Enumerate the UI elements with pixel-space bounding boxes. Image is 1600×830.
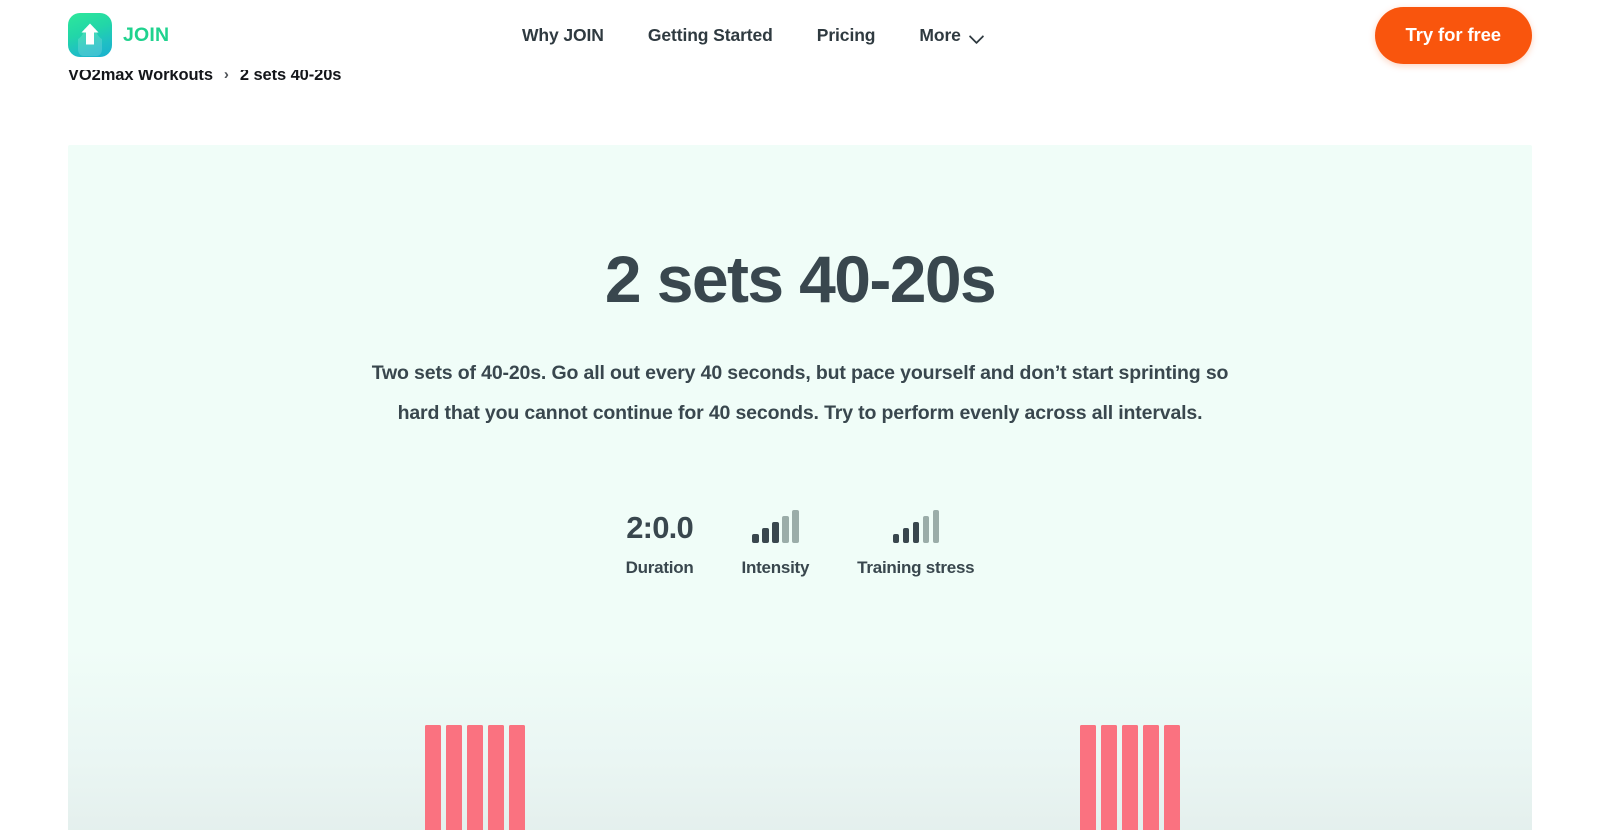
workout-description: Two sets of 40-20s. Go all out every 40 … [371,362,1229,424]
training-stress-gauge-icon [892,505,940,543]
brand-name: JOIN [123,23,170,46]
stat-duration: 2:0.0 Duration [602,505,718,578]
workout-stats: 2:0.0 Duration Intensity Training stress [68,505,1532,578]
gauge-bar [792,510,799,543]
try-for-free-button[interactable]: Try for free [1374,6,1532,64]
gauge-bar [932,510,940,543]
stat-intensity: Intensity [718,505,834,578]
stat-duration-value: 2:0.0 [626,510,693,545]
interval-bar [425,725,441,830]
interval-bar [1164,725,1180,830]
nav-item-more[interactable]: More [897,17,1004,54]
site-header: JOIN Why JOIN Getting Started Pricing Mo… [0,0,1600,70]
interval-bar [1122,725,1138,830]
join-arrow-logo-icon [68,13,112,57]
interval-group-set-2 [1080,725,1180,830]
gauge-bar [772,522,779,543]
interval-bar [509,725,525,830]
interval-bar [1101,725,1117,830]
gauge-bar [782,516,789,543]
interval-bar [467,725,483,830]
gauge-bar [912,522,920,543]
nav-item-getting-started[interactable]: Getting Started [626,17,795,54]
workout-interval-chart [68,575,1532,830]
intensity-gauge-icon [752,505,799,543]
stat-training-stress-value [892,505,940,543]
stat-intensity-value [752,505,799,543]
gauge-bar [892,534,900,543]
stat-training-stress: Training stress [833,505,998,578]
interval-bar [1080,725,1096,830]
gauge-bar [922,516,930,543]
gauge-bar [902,528,910,543]
nav-item-label: Getting Started [647,24,773,45]
main-nav: Why JOIN Getting Started Pricing More [500,17,1005,54]
nav-item-label: Why JOIN [522,24,604,45]
interval-bar [488,725,504,830]
nav-item-pricing[interactable]: Pricing [795,17,898,54]
interval-bar [1143,725,1159,830]
interval-bar [446,725,462,830]
nav-item-label: More [919,24,961,45]
nav-item-why-join[interactable]: Why JOIN [500,17,626,54]
page-root: VO2max Workouts › 2 sets 40-20s JOIN Why… [0,0,1600,830]
gauge-bar [762,528,769,543]
interval-group-set-1 [425,725,525,830]
nav-item-label: Pricing [816,24,876,45]
chevron-down-icon [970,30,983,43]
page-title: 2 sets 40-20s [604,242,997,316]
brand-logo[interactable]: JOIN [68,13,169,57]
gauge-bar [752,534,759,543]
workout-hero-panel: 2 sets 40-20s Two sets of 40-20s. Go all… [68,145,1532,830]
